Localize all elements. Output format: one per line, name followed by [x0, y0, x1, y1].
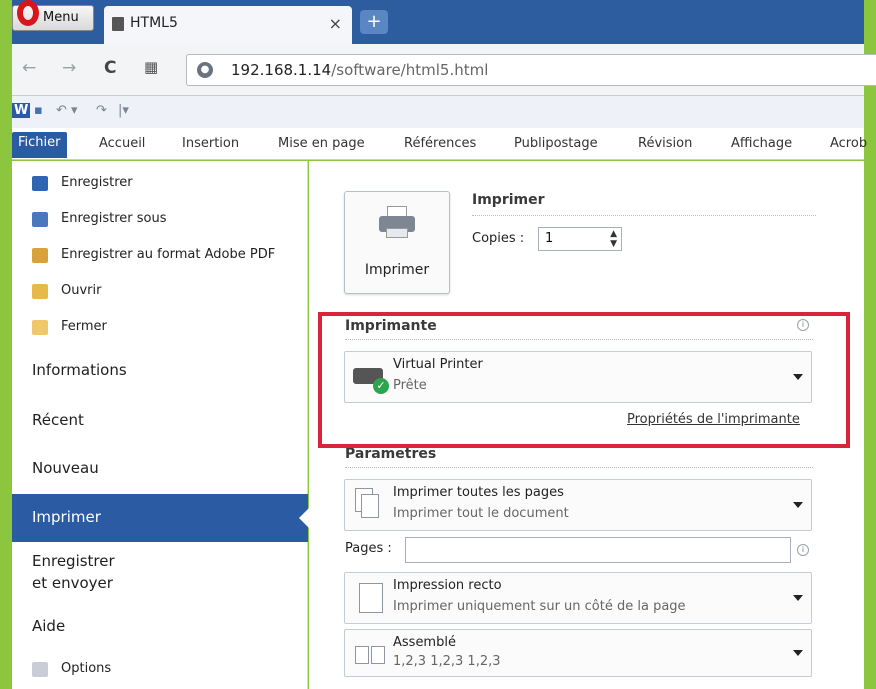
one-sided-icon [351, 579, 385, 615]
tab-affichage[interactable]: Affichage [731, 136, 792, 151]
pages-label: Pages : [345, 541, 392, 556]
tab-title: HTML5 [130, 15, 178, 31]
undo-icon[interactable]: ↶ ▾ [56, 103, 78, 118]
quick-access-toolbar: W ▪ ↶ ▾ ↷ |▾ [12, 96, 864, 128]
save-icon[interactable]: ▪ [34, 103, 43, 118]
word-logo-icon: W [12, 103, 31, 118]
section-recent[interactable]: Récent [32, 411, 84, 429]
tab-mise-en-page[interactable]: Mise en page [278, 136, 365, 151]
options-icon [32, 662, 48, 677]
tab-close-icon[interactable]: × [329, 14, 342, 33]
divider [472, 215, 816, 216]
tab-publipostage[interactable]: Publipostage [514, 136, 598, 151]
tab-insertion[interactable]: Insertion [182, 136, 239, 151]
section-enregistrer-envoyer-line2[interactable]: et envoyer [32, 574, 113, 592]
section-enregistrer-envoyer[interactable]: Enregistrer [32, 552, 115, 570]
chevron-down-icon [793, 650, 803, 656]
printer-highlight-frame [318, 312, 850, 448]
info-icon[interactable]: i [797, 544, 809, 556]
chevron-down-icon [793, 502, 803, 508]
opera-logo-icon [17, 0, 39, 26]
redo-icon[interactable]: ↷ [96, 103, 107, 118]
url-text: 192.168.1.14/software/html5.html [231, 61, 489, 79]
back-arrow-icon[interactable]: ← [22, 58, 36, 78]
spin-arrows-icon[interactable]: ▲ ▼ [610, 229, 617, 249]
chevron-down-icon [793, 595, 803, 601]
print-title: Imprimer [472, 192, 545, 208]
section-nouveau[interactable]: Nouveau [32, 459, 99, 477]
settings-section-title: Parametres [345, 446, 437, 462]
section-aide[interactable]: Aide [32, 617, 65, 635]
browser-menu-button[interactable]: Menu [12, 0, 94, 31]
tab-acrobat[interactable]: Acrob [830, 136, 867, 151]
pdf-icon [32, 248, 48, 263]
pages-icon [351, 486, 385, 522]
print-button[interactable]: Imprimer [344, 191, 450, 294]
site-info-icon[interactable]: ● [197, 62, 213, 78]
printer-icon [379, 206, 415, 238]
save-as-icon [32, 212, 48, 227]
menu-label: Menu [43, 10, 79, 25]
collated-icon [351, 636, 385, 672]
browser-tab[interactable]: HTML5 × [104, 6, 352, 44]
ribbon-tabs: Fichier Accueil Insertion Mise en page R… [12, 128, 867, 160]
speed-dial-icon[interactable]: ▦ [144, 58, 158, 76]
duplex-select[interactable]: Impression recto Imprimer uniquement sur… [344, 572, 812, 624]
browser-tab-bar: Menu HTML5 × + [12, 0, 864, 44]
section-imprimer[interactable]: Imprimer [12, 494, 309, 542]
tab-revision[interactable]: Révision [638, 136, 692, 151]
divider [345, 467, 813, 468]
save-icon [32, 176, 48, 191]
copies-stepper[interactable]: 1 ▲ ▼ [538, 227, 622, 251]
pages-input[interactable] [405, 537, 791, 563]
browser-address-bar: ← → C ▦ ● 192.168.1.14/software/html5.ht… [12, 44, 876, 96]
close-folder-icon [32, 320, 48, 335]
selected-arrow-icon [299, 508, 309, 528]
open-folder-icon [32, 284, 48, 299]
collate-select[interactable]: Assemblé 1,2,3 1,2,3 1,2,3 [344, 629, 812, 677]
print-range-select[interactable]: Imprimer toutes les pages Imprimer tout … [344, 479, 812, 531]
reload-icon[interactable]: C [104, 58, 116, 78]
tab-references[interactable]: Références [404, 136, 476, 151]
new-tab-button[interactable]: + [360, 10, 388, 34]
tab-accueil[interactable]: Accueil [99, 136, 145, 151]
backstage-nav: Enregistrer Enregistrer sous Enregistrer… [12, 161, 309, 689]
url-field[interactable]: ● 192.168.1.14/software/html5.html [186, 54, 876, 86]
customize-toolbar-icon[interactable]: |▾ [118, 103, 129, 118]
section-informations[interactable]: Informations [32, 361, 127, 379]
tab-fichier[interactable]: Fichier [12, 132, 67, 158]
page-icon [112, 17, 124, 31]
forward-arrow-icon[interactable]: → [62, 58, 76, 78]
copies-label: Copies : [472, 231, 525, 246]
